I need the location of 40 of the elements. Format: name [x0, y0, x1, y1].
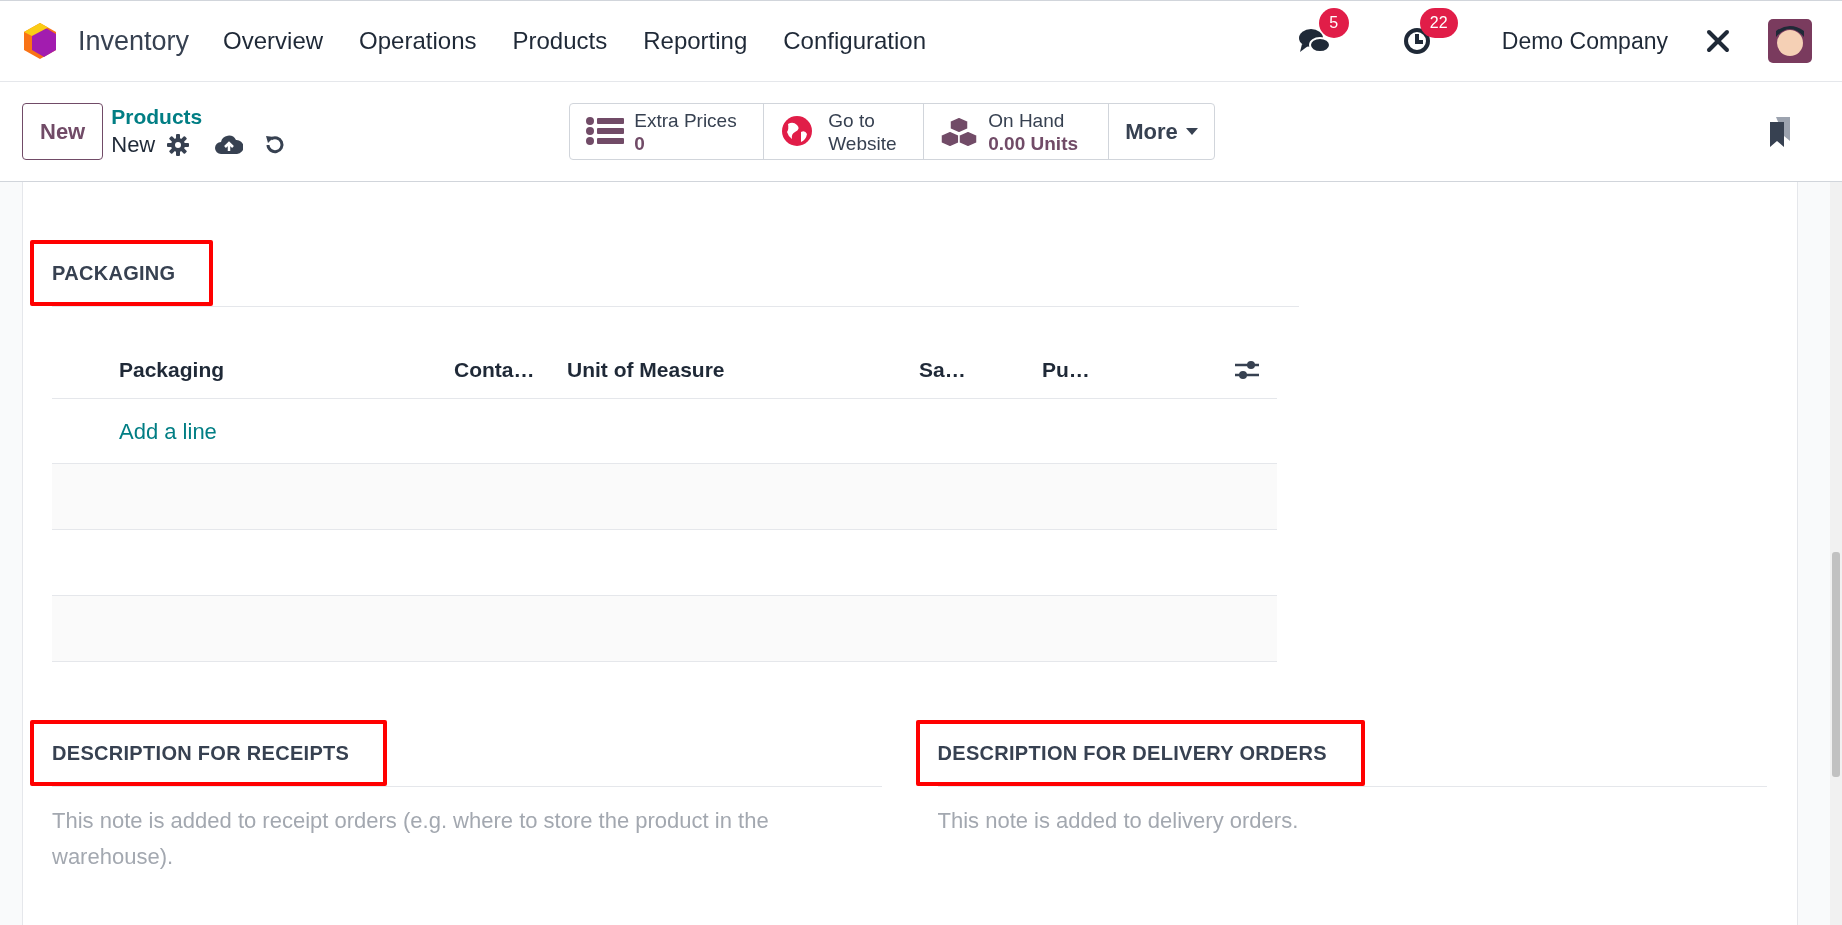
new-button[interactable]: New — [22, 103, 104, 160]
smart-button[interactable]: Go to Website — [764, 104, 925, 159]
menu-item[interactable]: Reporting — [643, 23, 748, 59]
column-header[interactable]: Pu… — [1042, 354, 1152, 386]
app-name[interactable]: Inventory — [78, 20, 190, 62]
breadcrumb-link[interactable]: Products — [111, 103, 288, 130]
column-header[interactable]: Unit of Measure — [567, 354, 919, 386]
app-logo-icon — [22, 21, 58, 61]
smart-button[interactable]: Extra Prices 0 — [570, 104, 765, 159]
caret-icon — [1185, 127, 1198, 136]
button-value: 0 — [634, 131, 646, 155]
button-label: Extra Prices — [634, 108, 737, 132]
scrollbar-thumb[interactable] — [1832, 552, 1840, 777]
column-header[interactable]: Conta… — [454, 354, 567, 386]
smart-button[interactable]: On Hand 0.00 Units — [924, 104, 1110, 159]
clock-icon[interactable] — [1401, 26, 1432, 56]
cloud-upload-icon[interactable] — [215, 133, 244, 156]
section-heading: DESCRIPTION FOR RECEIPTS — [52, 742, 350, 764]
add-line-link[interactable]: Add a line — [119, 414, 217, 448]
column-header[interactable]: Sa… — [919, 354, 1042, 386]
button-label: On Hand — [988, 108, 1066, 132]
activity-count-badge: 22 — [1419, 8, 1458, 38]
record-name: New — [111, 130, 156, 159]
menu-item[interactable]: Overview — [223, 23, 324, 59]
more-button[interactable]: More — [1109, 104, 1214, 159]
section-heading: DESCRIPTION FOR DELIVERY ORDERS — [937, 742, 1327, 764]
button-label: Go to Website — [828, 108, 898, 155]
list-icon — [586, 115, 625, 148]
avatar-icon[interactable] — [1768, 19, 1812, 63]
company-name[interactable]: Demo Company — [1501, 23, 1668, 59]
menu-item[interactable]: Configuration — [783, 23, 927, 59]
button-value: 0.00 Units — [988, 131, 1079, 155]
section-heading: PACKAGING — [52, 262, 176, 284]
cubes-icon — [940, 115, 979, 148]
menu-item[interactable]: Operations — [359, 23, 477, 59]
column-settings-icon[interactable] — [1233, 358, 1261, 382]
menu-item[interactable]: Products — [512, 23, 608, 59]
message-count-badge: 5 — [1318, 8, 1349, 38]
bookmark-icon[interactable] — [1768, 116, 1792, 147]
column-header[interactable]: Packaging — [52, 354, 454, 386]
